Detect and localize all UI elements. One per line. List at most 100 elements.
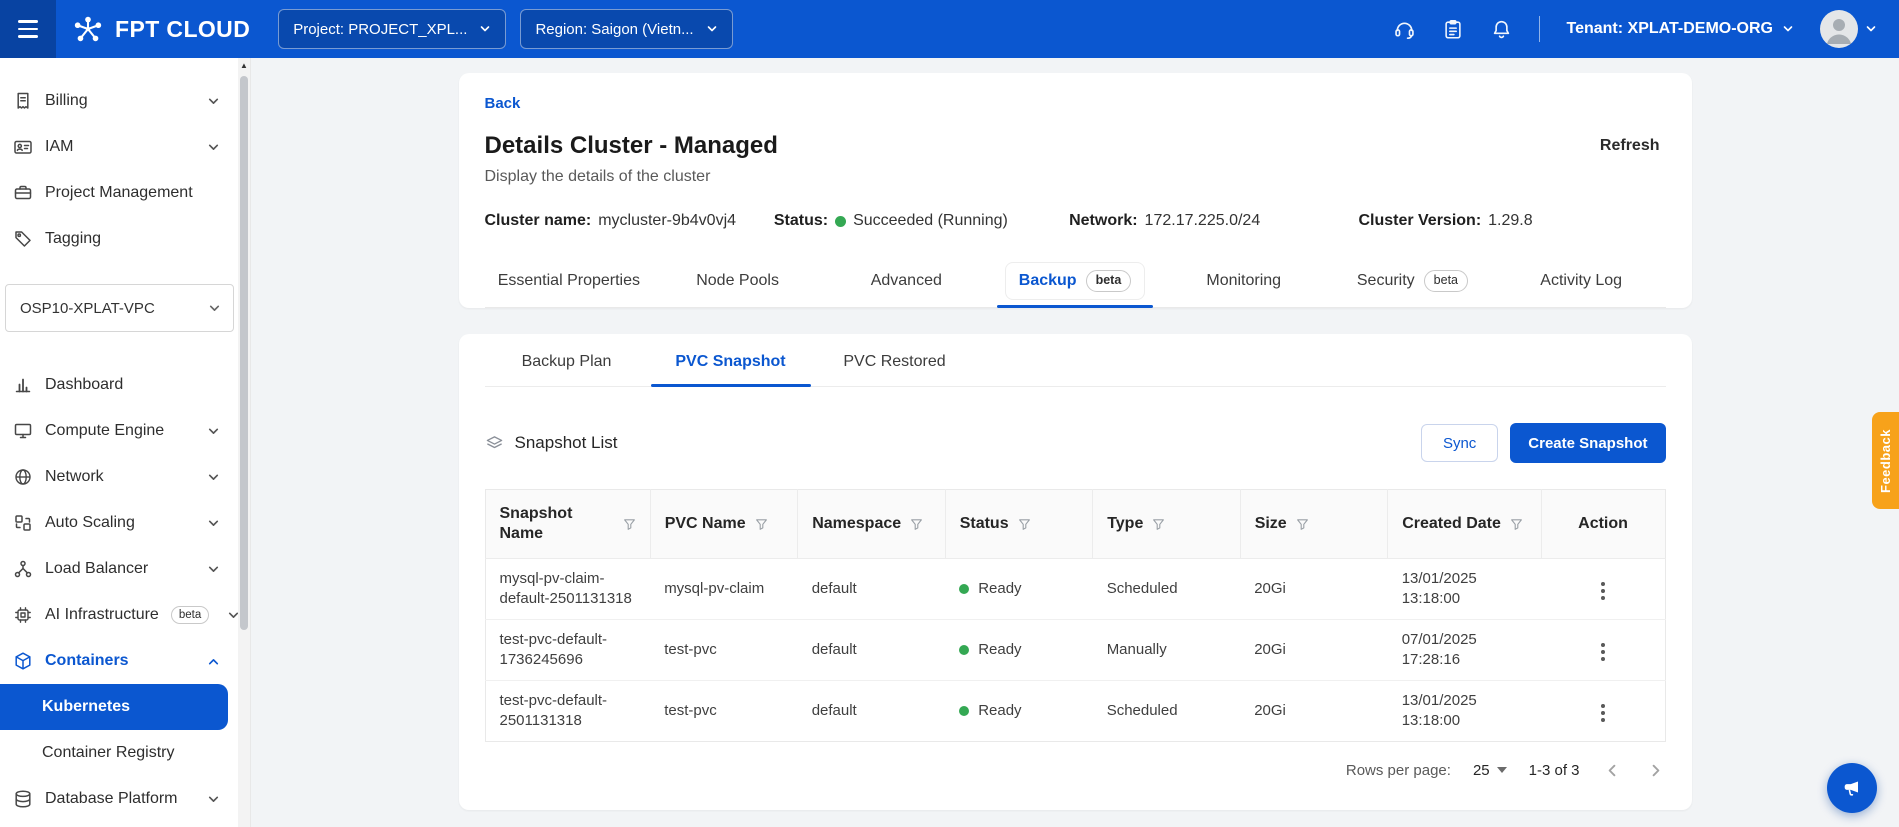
row-actions-button[interactable]	[1595, 698, 1611, 728]
tenant-selector[interactable]: Tenant: XPLAT-DEMO-ORG	[1566, 20, 1794, 38]
sync-button[interactable]: Sync	[1421, 424, 1498, 462]
sidebar-item-load-balancer[interactable]: Load Balancer	[0, 546, 250, 592]
scroll-up-arrow[interactable]: ▲	[238, 58, 250, 70]
chevron-down-icon	[207, 793, 220, 806]
beta-badge: beta	[1086, 270, 1132, 292]
topbar: FPT CLOUD Project: PROJECT_XPL... Region…	[0, 0, 1899, 58]
region-selector[interactable]: Region: Saigon (Vietn...	[520, 9, 732, 49]
bar-chart-icon	[13, 375, 33, 395]
scrollbar-thumb[interactable]	[240, 76, 248, 630]
tab-security[interactable]: Security beta	[1328, 255, 1497, 307]
sidebar-item-network[interactable]: Network	[0, 454, 250, 500]
sidebar-item-dashboard[interactable]: Dashboard	[0, 362, 250, 408]
announcement-fab[interactable]	[1827, 763, 1877, 813]
brand-name: FPT CLOUD	[115, 16, 250, 43]
status-dot	[959, 706, 969, 716]
column-header-namespace: Namespace	[798, 490, 946, 559]
cluster-name-value: mycluster-9b4v0vj4	[598, 209, 736, 233]
rows-per-page-label: Rows per page:	[1346, 762, 1451, 779]
sidebar-item-iam[interactable]: IAM	[0, 124, 250, 170]
bell-icon[interactable]	[1490, 18, 1513, 41]
load-balancer-icon	[13, 559, 33, 579]
status-dot	[835, 216, 846, 227]
feedback-tab[interactable]: Feedback	[1872, 412, 1899, 509]
tab-advanced[interactable]: Advanced	[822, 255, 991, 307]
create-snapshot-button[interactable]: Create Snapshot	[1510, 423, 1665, 463]
notes-icon[interactable]	[1442, 18, 1464, 41]
fpt-cloud-logo-icon	[72, 14, 104, 44]
sidebar-item-auto-scaling[interactable]: Auto Scaling	[0, 500, 250, 546]
row-actions-button[interactable]	[1595, 637, 1611, 667]
cell-pvc-name: mysql-pv-claim	[650, 559, 798, 620]
caret-down-icon	[1497, 767, 1507, 773]
cell-type: Scheduled	[1093, 681, 1241, 742]
sidebar-item-container-registry[interactable]: Container Registry	[0, 730, 250, 776]
monitor-icon	[13, 421, 33, 441]
filter-icon[interactable]	[910, 518, 923, 531]
cell-action	[1541, 559, 1665, 620]
tab-node-pools[interactable]: Node Pools	[653, 255, 822, 307]
column-header-size: Size	[1240, 490, 1388, 559]
main-content: Back Details Cluster - Managed Refresh D…	[251, 58, 1899, 827]
user-menu[interactable]	[1820, 10, 1877, 48]
project-selector[interactable]: Project: PROJECT_XPL...	[278, 9, 506, 49]
table-row: mysql-pv-claim-default-2501131318 mysql-…	[485, 559, 1665, 620]
next-page-button[interactable]	[1645, 760, 1666, 781]
sidebar-item-kubernetes[interactable]: Kubernetes	[0, 684, 228, 730]
chevron-down-icon	[1865, 23, 1877, 35]
refresh-button[interactable]: Refresh	[1594, 136, 1666, 156]
cell-size: 20Gi	[1240, 681, 1388, 742]
tag-icon	[13, 229, 33, 249]
column-header-action: Action	[1541, 490, 1665, 559]
filter-icon[interactable]	[1296, 518, 1309, 531]
snapshot-table: Snapshot Name PVC Name Namespace St	[485, 489, 1666, 742]
sidebar-scrollbar[interactable]: ▲	[238, 58, 250, 827]
tab-backup[interactable]: Backup beta	[991, 255, 1160, 307]
sidebar-item-compute-engine[interactable]: Compute Engine	[0, 408, 250, 454]
column-header-created-date: Created Date	[1388, 490, 1541, 559]
briefcase-icon	[13, 183, 33, 203]
brand-logo[interactable]: FPT CLOUD	[72, 14, 250, 44]
chevron-down-icon	[207, 141, 220, 154]
receipt-icon	[13, 91, 33, 111]
sidebar-item-containers[interactable]: Containers	[0, 638, 250, 684]
globe-icon	[13, 467, 33, 487]
tab-essential-properties[interactable]: Essential Properties	[485, 255, 654, 307]
support-icon[interactable]	[1393, 18, 1416, 41]
topbar-divider	[1539, 16, 1540, 42]
hamburger-menu-button[interactable]	[0, 0, 56, 58]
vpc-select[interactable]: OSP10-XPLAT-VPC	[5, 284, 234, 332]
subtab-backup-plan[interactable]: Backup Plan	[485, 338, 649, 386]
column-header-type: Type	[1093, 490, 1241, 559]
sidebar-item-tagging[interactable]: Tagging	[0, 216, 250, 262]
row-actions-button[interactable]	[1595, 576, 1611, 606]
rows-per-page-select[interactable]: 25	[1473, 762, 1507, 779]
chevron-down-icon	[207, 471, 220, 484]
cell-action	[1541, 620, 1665, 681]
cell-status: Ready	[945, 681, 1093, 742]
page-subtitle: Display the details of the cluster	[485, 167, 1666, 187]
sidebar-item-project-management[interactable]: Project Management	[0, 170, 250, 216]
tab-monitoring[interactable]: Monitoring	[1159, 255, 1328, 307]
filter-icon[interactable]	[1018, 518, 1031, 531]
cell-type: Scheduled	[1093, 559, 1241, 620]
back-link[interactable]: Back	[485, 93, 521, 115]
chevron-down-icon	[207, 517, 220, 530]
previous-page-button[interactable]	[1602, 760, 1623, 781]
subtab-pvc-restored[interactable]: PVC Restored	[813, 338, 977, 386]
filter-icon[interactable]	[1152, 518, 1165, 531]
sidebar-item-billing[interactable]: Billing	[0, 78, 250, 124]
cell-created-date: 07/01/2025 17:28:16	[1388, 620, 1541, 681]
cell-created-date: 13/01/2025 13:18:00	[1388, 681, 1541, 742]
subtab-pvc-snapshot[interactable]: PVC Snapshot	[649, 338, 813, 386]
filter-icon[interactable]	[1510, 518, 1523, 531]
filter-icon[interactable]	[755, 518, 768, 531]
cluster-info-row: Cluster name: mycluster-9b4v0vj4 Status:…	[485, 209, 1666, 233]
network-value: 172.17.225.0/24	[1145, 209, 1261, 233]
cell-namespace: default	[798, 681, 946, 742]
sidebar-item-database-platform[interactable]: Database Platform	[0, 776, 250, 822]
tab-activity-log[interactable]: Activity Log	[1497, 255, 1666, 307]
filter-icon[interactable]	[623, 518, 636, 531]
snapshot-list-title: Snapshot List	[485, 433, 618, 453]
sidebar-item-ai-infrastructure[interactable]: AI Infrastructure beta	[0, 592, 250, 638]
